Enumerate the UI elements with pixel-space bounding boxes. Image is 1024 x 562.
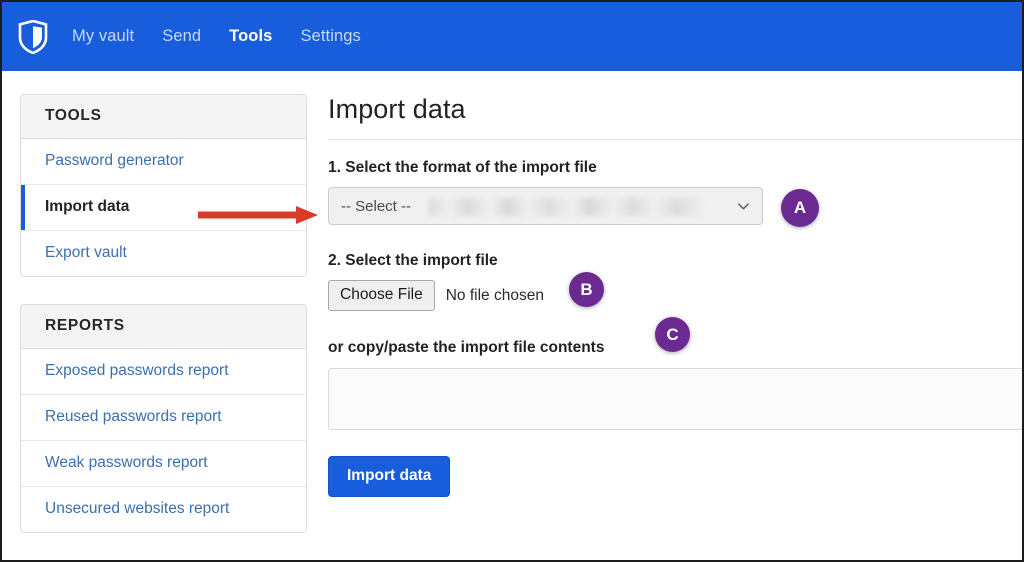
top-navigation-bar: My vault Send Tools Settings [2,2,1022,71]
nav-item-tools[interactable]: Tools [229,27,272,46]
import-contents-textarea[interactable] [328,368,1022,430]
file-input-row: Choose File No file chosen [328,280,1022,311]
bitwarden-shield-icon[interactable] [18,19,48,54]
nav-item-my-vault[interactable]: My vault [72,27,134,46]
import-format-select[interactable]: -- Select -- [328,187,763,225]
sidebar-item-import-data[interactable]: Import data [21,185,306,231]
sidebar: TOOLS Password generator Import data Exp… [20,94,307,560]
annotation-badge-c: C [655,317,690,352]
step-1-label: 1. Select the format of the import file [328,159,597,176]
sidebar-group-reports: REPORTS Exposed passwords report Reused … [20,304,307,533]
sidebar-item-exposed-passwords-report[interactable]: Exposed passwords report [21,349,306,395]
app-window: My vault Send Tools Settings TOOLS Passw… [0,0,1024,562]
choose-file-button[interactable]: Choose File [328,280,435,311]
nav-item-settings[interactable]: Settings [300,27,360,46]
annotation-badge-b: B [569,272,604,307]
sidebar-item-export-vault[interactable]: Export vault [21,231,306,276]
page-body: TOOLS Password generator Import data Exp… [2,71,1022,560]
import-data-submit-button[interactable]: Import data [328,456,451,497]
redacted-overlay [429,198,720,216]
chevron-down-icon [738,203,749,210]
file-chosen-status: No file chosen [445,286,544,304]
main-content: Import data 1. Select the format of the … [328,94,1022,497]
sidebar-group-title-reports: REPORTS [21,305,306,349]
step-2-label: 2. Select the import file [328,252,498,269]
page-title: Import data [328,94,466,124]
sidebar-item-reused-passwords-report[interactable]: Reused passwords report [21,395,306,441]
sidebar-group-tools: TOOLS Password generator Import data Exp… [20,94,307,277]
sidebar-item-weak-passwords-report[interactable]: Weak passwords report [21,441,306,487]
sidebar-item-unsecured-websites-report[interactable]: Unsecured websites report [21,487,306,532]
annotation-badge-a: A [781,189,819,227]
sidebar-item-password-generator[interactable]: Password generator [21,139,306,185]
sidebar-group-title-tools: TOOLS [21,95,306,139]
import-format-select-value: -- Select -- [341,197,412,215]
nav-item-send[interactable]: Send [162,27,201,46]
title-divider [328,139,1022,140]
